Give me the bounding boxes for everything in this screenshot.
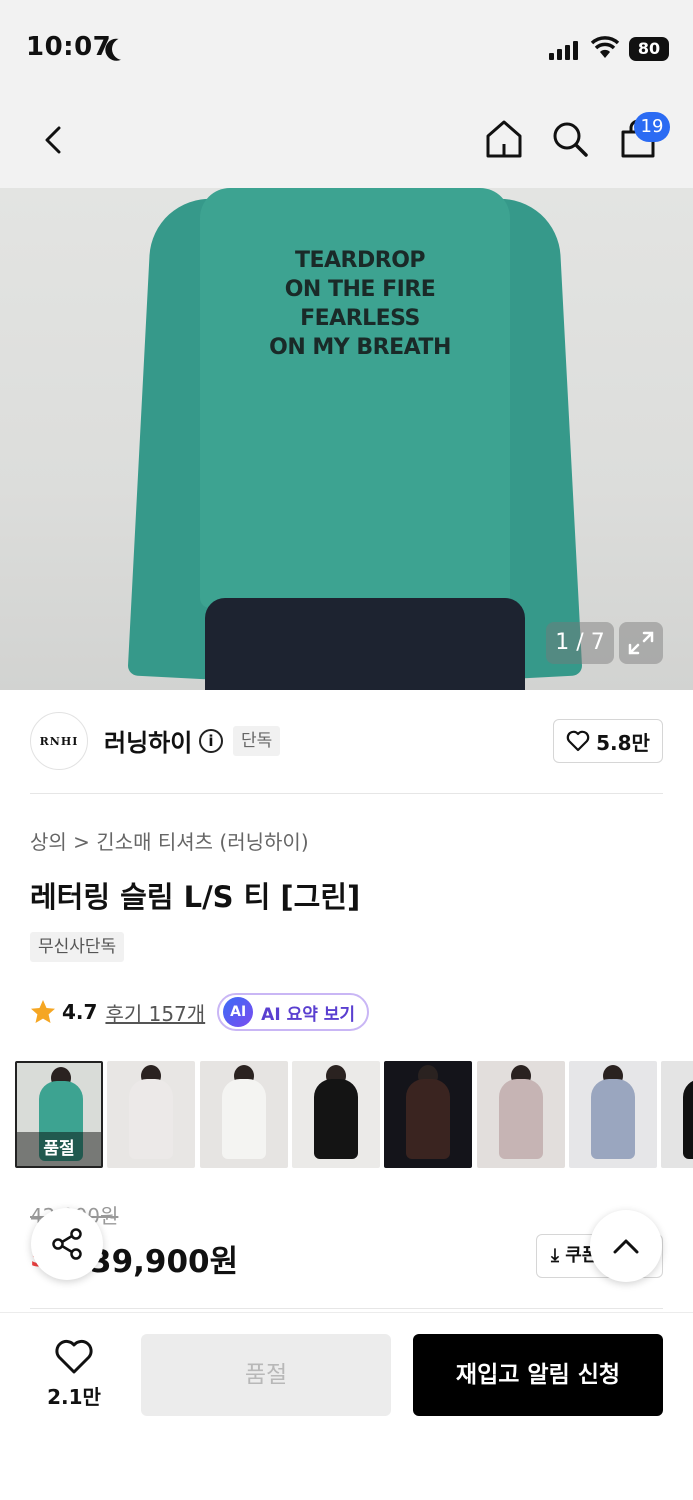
battery-indicator: 80 [629,37,669,61]
cart-count-badge: 19 [634,112,670,142]
thumbnail-item[interactable] [292,1061,380,1168]
info-icon[interactable]: i [199,729,223,753]
breadcrumb-category[interactable]: 상의 [30,830,67,854]
divider [30,793,663,794]
shirt-print-line: ON MY BREATH [269,335,451,360]
sold-out-button: 품절 [141,1334,391,1416]
thumbnail-shirt [591,1079,635,1159]
thumbnail-item[interactable] [477,1061,565,1168]
shirt-print-line: ON THE FIRE [284,277,436,302]
thumbnail-shirt [499,1079,543,1159]
rating-value: 4.7 [62,1000,98,1024]
image-counter: 1 / 7 [546,622,614,664]
thumbnail-item[interactable] [107,1061,195,1168]
wifi-icon [590,36,620,58]
search-icon[interactable] [550,118,590,160]
product-image-carousel[interactable]: TEARDROP ON THE FIRE FEARLESS ON MY BREA… [0,188,693,690]
sold-out-label: 품절 [17,1132,101,1166]
current-price: 39,900원 [90,1244,239,1280]
ai-summary-label: AI 요약 보기 [261,1004,356,1025]
shirt-print-line: TEARDROP [294,248,426,273]
thumbnail-item[interactable] [200,1061,288,1168]
chevron-right-icon: > [73,830,97,854]
thumbnail-shirt [406,1079,450,1159]
product-title: 레터링 슬림 L/S 티 [그린] [30,880,361,914]
divider [30,1308,663,1309]
restock-alert-button[interactable]: 재입고 알림 신청 [413,1334,663,1416]
model-jeans [205,598,525,690]
breadcrumb-subcategory[interactable]: 긴소매 티셔츠 (러닝하이) [96,830,308,854]
bottom-action-bar: 2.1만 품절 재입고 알림 신청 [0,1312,693,1500]
thumbnail-item[interactable] [384,1061,472,1168]
expand-icon[interactable] [619,622,663,664]
brand-logo[interactable]: RNHI [30,712,88,770]
brand-like-button[interactable]: 5.8만 [553,719,663,763]
thumbnail-shirt [222,1079,266,1159]
ai-summary-button[interactable]: AI AI 요약 보기 [217,993,370,1031]
thumbnail-shirt [129,1079,173,1159]
signal-icon [549,40,578,60]
review-link[interactable]: 후기 157개 [105,998,205,1027]
star-icon [31,1000,55,1023]
scroll-top-button[interactable] [590,1210,662,1282]
moon-icon [109,35,137,63]
brand-name[interactable]: 러닝하이 [104,723,192,758]
brand-like-count: 5.8만 [596,730,650,755]
thumbnail-item[interactable] [569,1061,657,1168]
thumbnail-item[interactable]: 품절 [15,1061,103,1168]
share-button[interactable] [31,1208,103,1280]
breadcrumb: 상의 > 긴소매 티셔츠 (러닝하이) [30,826,309,855]
thumbnail-shirt [683,1079,693,1159]
thumbnail-shirt [314,1079,358,1159]
share-icon [52,1228,82,1260]
top-nav: 19 [0,96,693,188]
heart-icon [55,1339,93,1374]
color-thumbnail-list: 품절 [15,1061,693,1168]
shirt-print-line: FEARLESS [300,306,420,331]
back-arrow-icon[interactable] [34,120,74,160]
shirt-print-text: TEARDROP ON THE FIRE FEARLESS ON MY BREA… [240,246,480,362]
heart-icon [566,730,590,752]
download-icon: ⤓ [551,1245,559,1266]
thumbnail-item[interactable] [661,1061,693,1168]
ai-icon: AI [223,997,254,1027]
wishlist-button[interactable]: 2.1만 [40,1339,108,1410]
home-icon[interactable] [484,118,524,160]
rating-row: 4.7 후기 157개 AI AI 요약 보기 [30,992,370,1032]
chevron-up-icon [613,1239,639,1254]
brand-exclusive-tag: 단독 [233,726,281,756]
wishlist-count: 2.1만 [47,1385,101,1409]
status-bar: 10:07 80 [0,0,693,96]
exclusive-badge: 무신사단독 [30,932,125,962]
status-time: 10:07 [26,32,112,62]
